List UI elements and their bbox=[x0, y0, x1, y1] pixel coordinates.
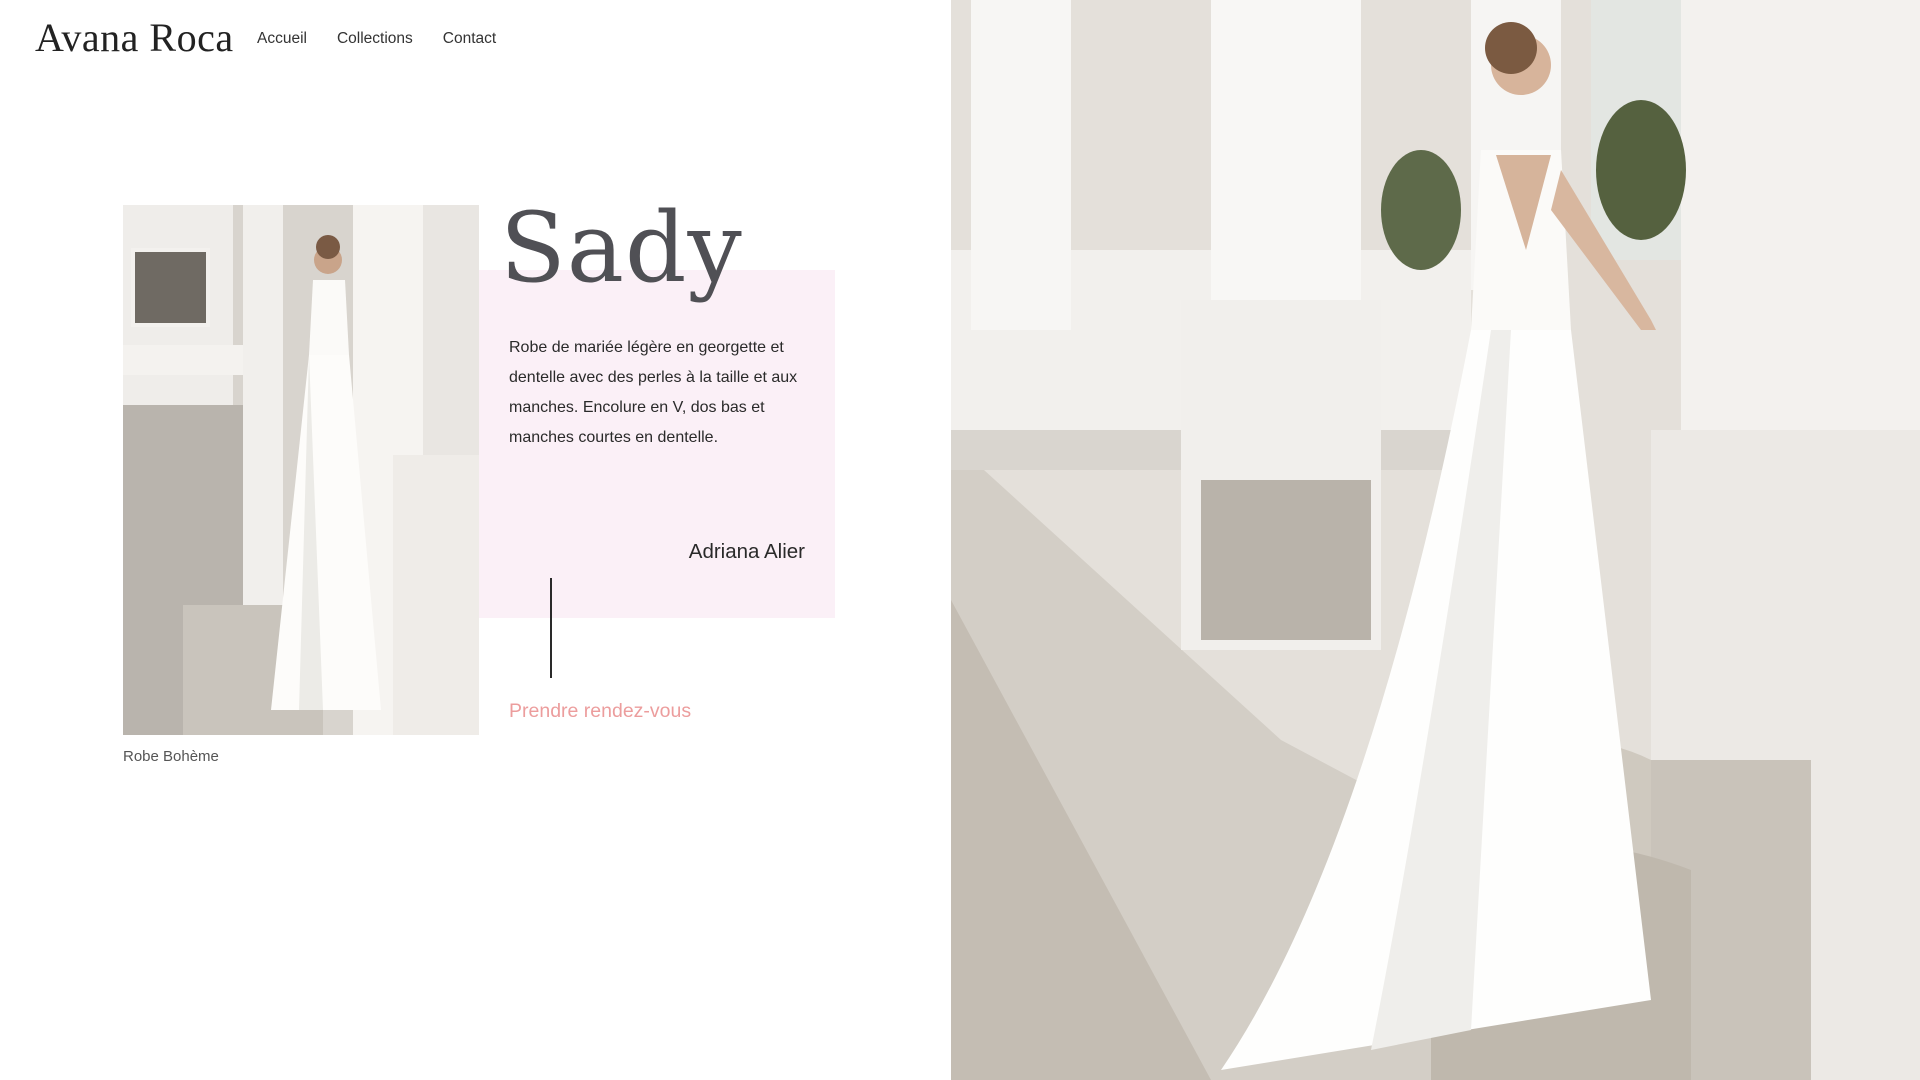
designer-name: Adriana Alier bbox=[688, 540, 805, 563]
main-nav: Accueil Collections Contact bbox=[257, 30, 496, 48]
product-title: Sady bbox=[500, 192, 743, 304]
product-thumbnail-image[interactable] bbox=[123, 205, 479, 735]
nav-item-accueil[interactable]: Accueil bbox=[257, 30, 307, 48]
book-appointment-link[interactable]: Prendre rendez-vous bbox=[509, 700, 691, 723]
nav-item-contact[interactable]: Contact bbox=[443, 30, 496, 48]
brand-logo[interactable]: Avana Roca bbox=[35, 14, 234, 61]
nav-item-collections[interactable]: Collections bbox=[337, 30, 413, 48]
hero-image bbox=[951, 0, 1920, 1080]
product-description: Robe de mariée légère en georgette et de… bbox=[509, 339, 798, 446]
image-caption: Robe Bohème bbox=[123, 748, 219, 765]
vertical-divider bbox=[550, 578, 552, 678]
